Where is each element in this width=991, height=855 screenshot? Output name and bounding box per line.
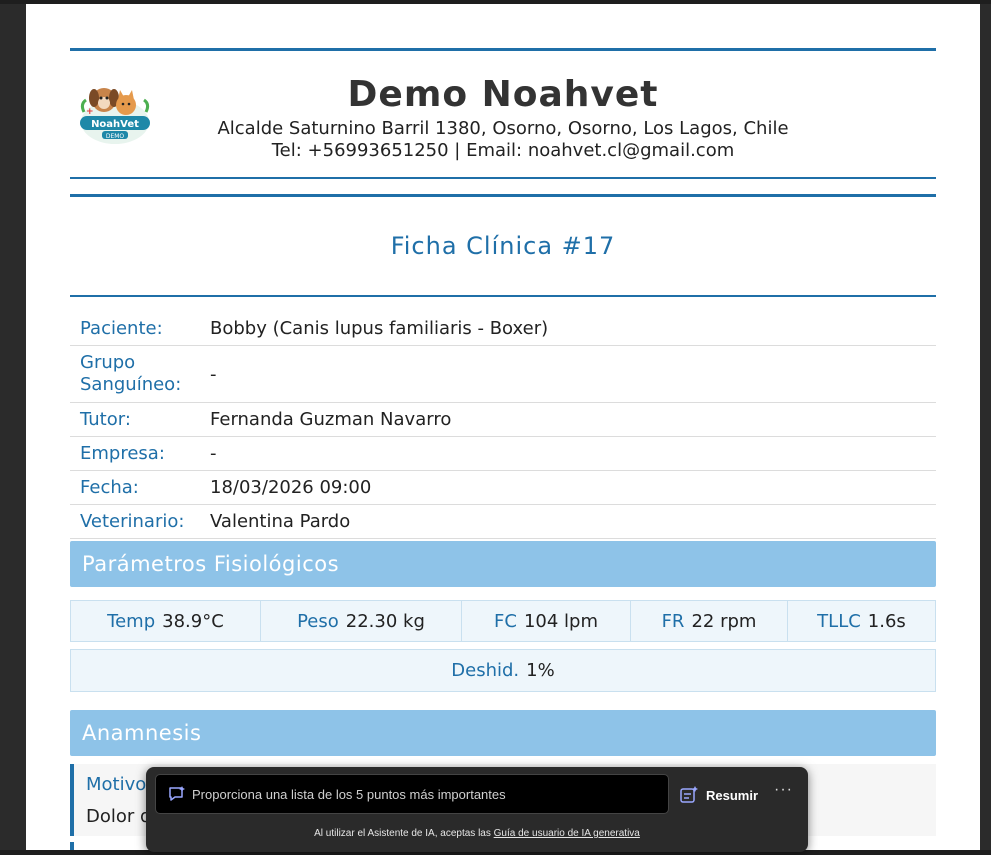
- param-key: Peso: [297, 610, 339, 632]
- param-key: Temp: [107, 610, 156, 632]
- clinic-name: Demo Noahvet: [347, 74, 659, 115]
- record-title: Ficha Clínica #17: [390, 232, 616, 260]
- info-label: Tutor:: [80, 409, 131, 430]
- param-value: 1.6s: [867, 610, 906, 632]
- info-value: Fernanda Guzman Navarro: [210, 409, 452, 430]
- info-row-blood-group: Grupo Sanguíneo: -: [70, 346, 936, 403]
- ai-prompt-placeholder: Proporciona una lista de los 5 puntos má…: [192, 787, 506, 802]
- info-label: Paciente:: [80, 318, 163, 339]
- info-label: Grupo Sanguíneo:: [80, 352, 182, 395]
- param-key: FC: [494, 610, 517, 632]
- param-crt: TLLC 1.6s: [788, 601, 935, 641]
- clinic-contact: Tel: +56993651250 | Email: noahvet.cl@gm…: [271, 140, 735, 161]
- param-dehydration: Deshid. 1%: [70, 649, 936, 692]
- summarize-icon: [680, 786, 698, 803]
- document-page: NoahVet DEMO + Demo Noahvet Alcalde Satu…: [26, 4, 980, 850]
- param-key: FR: [661, 610, 685, 632]
- clinic-address: Alcalde Saturnino Barril 1380, Osorno, O…: [217, 118, 789, 139]
- info-value: Bobby (Canis lupus familiaris - Boxer): [210, 318, 549, 339]
- more-options-icon[interactable]: ···: [774, 781, 793, 799]
- patient-info-table: Paciente: Bobby (Canis lupus familiaris …: [70, 298, 936, 539]
- ai-disclaimer: Al utilizar el Asistente de IA, aceptas …: [146, 828, 808, 839]
- info-value: -: [210, 443, 217, 464]
- param-value: 1%: [526, 660, 555, 681]
- info-label: Empresa:: [80, 443, 165, 464]
- info-row-date: Fecha: 18/03/2026 09:00: [70, 471, 936, 505]
- info-row-patient: Paciente: Bobby (Canis lupus familiaris …: [70, 298, 936, 346]
- summarize-button[interactable]: Resumir: [680, 784, 758, 806]
- param-temp: Temp 38.9°C: [71, 601, 261, 641]
- param-weight: Peso 22.30 kg: [261, 601, 462, 641]
- physiological-params: Temp 38.9°C Peso 22.30 kg FC 104 lpm FR …: [70, 600, 936, 642]
- param-value: 38.9°C: [162, 610, 224, 632]
- param-value: 22 rpm: [691, 610, 757, 632]
- ai-prompt-input[interactable]: Proporciona una lista de los 5 puntos má…: [155, 774, 669, 814]
- anamnesis-motive-label: Motivo: [86, 774, 147, 795]
- anamnesis-motive-text: Dolor d: [86, 806, 152, 827]
- ai-disclaimer-text: Al utilizar el Asistente de IA, aceptas …: [314, 828, 494, 839]
- ai-guide-link[interactable]: Guía de usuario de IA generativa: [494, 828, 640, 839]
- param-resp-rate: FR 22 rpm: [631, 601, 788, 641]
- summarize-label: Resumir: [706, 787, 759, 803]
- param-value: 104 lpm: [523, 610, 598, 632]
- ai-chat-sparkle-icon: [169, 786, 185, 801]
- header-bottom-rule: [70, 177, 936, 179]
- clinic-header: NoahVet DEMO + Demo Noahvet Alcalde Satu…: [70, 52, 936, 178]
- param-heart-rate: FC 104 lpm: [462, 601, 631, 641]
- param-key: TLLC: [817, 610, 861, 632]
- header-top-rule: [70, 48, 936, 51]
- title-top-rule: [70, 194, 936, 197]
- info-value: 18/03/2026 09:00: [210, 477, 372, 498]
- section-anamnesis-header: Anamnesis: [70, 710, 936, 756]
- info-row-tutor: Tutor: Fernanda Guzman Navarro: [70, 403, 936, 437]
- info-value: Valentina Pardo: [210, 511, 351, 532]
- info-row-veterinarian: Veterinario: Valentina Pardo: [70, 505, 936, 539]
- info-label: Fecha:: [80, 477, 139, 498]
- param-value: 22.30 kg: [345, 610, 425, 632]
- section-physiological-header: Parámetros Fisiológicos: [70, 541, 936, 587]
- title-bottom-rule: [70, 295, 936, 297]
- param-key: Deshid.: [451, 660, 520, 681]
- info-label: Veterinario:: [80, 511, 185, 532]
- ai-assistant-bar: Proporciona una lista de los 5 puntos má…: [146, 767, 808, 852]
- info-value: -: [210, 363, 217, 385]
- info-row-company: Empresa: -: [70, 437, 936, 471]
